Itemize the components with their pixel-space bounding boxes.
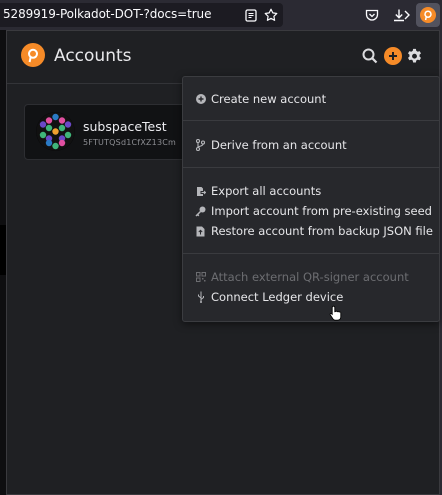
menu-item-restore-json[interactable]: Restore account from backup JSON file xyxy=(195,223,433,239)
branch-icon xyxy=(195,139,206,151)
menu-item-import-seed[interactable]: Import account from pre-existing seed xyxy=(195,203,432,219)
account-identicon xyxy=(36,112,75,151)
menu-item-create-account[interactable]: Create new account xyxy=(195,91,326,107)
menu-divider xyxy=(183,253,439,254)
url-bar[interactable]: 5289919-Polkadot-DOT-?docs=true xyxy=(0,3,283,27)
account-card[interactable]: subspaceTest 5FTUTQSd1CfXZ13Cm xyxy=(24,104,189,160)
search-icon[interactable] xyxy=(360,46,380,66)
export-file-icon xyxy=(195,185,206,197)
browser-toolbar: 5289919-Polkadot-DOT-?docs=true xyxy=(0,0,442,30)
hand-cursor-icon xyxy=(329,305,342,321)
add-icon[interactable] xyxy=(384,47,402,65)
url-text: 5289919-Polkadot-DOT-?docs=true xyxy=(3,7,212,21)
polkadot-logo-icon xyxy=(21,43,45,67)
menu-item-label: Create new account xyxy=(211,92,327,106)
page-title: Accounts xyxy=(54,46,132,66)
polkadot-extension-icon xyxy=(420,7,436,23)
overflow-icon[interactable] xyxy=(402,5,412,25)
qrcode-icon xyxy=(195,271,206,283)
menu-item-label: Export all accounts xyxy=(211,184,322,198)
menu-item-label: Connect Ledger device xyxy=(211,290,344,304)
bookmark-star-icon[interactable] xyxy=(262,7,280,23)
menu-divider xyxy=(183,120,439,121)
menu-item-derive-account[interactable]: Derive from an account xyxy=(195,137,347,153)
file-upload-icon xyxy=(195,225,206,237)
menu-item-attach-qr[interactable]: Attach external QR-signer account xyxy=(195,269,409,285)
menu-item-label: Attach external QR-signer account xyxy=(211,270,409,284)
key-icon xyxy=(195,205,206,217)
plus-circle-icon xyxy=(195,93,206,105)
account-name: subspaceTest xyxy=(83,119,167,134)
menu-item-export-accounts[interactable]: Export all accounts xyxy=(195,183,321,199)
menu-item-label: Restore account from backup JSON file xyxy=(211,224,433,238)
settings-dropdown-menu: Create new account Derive from an accoun… xyxy=(182,76,440,322)
gear-icon[interactable] xyxy=(404,46,424,66)
menu-divider xyxy=(183,167,439,168)
usb-icon xyxy=(195,291,206,303)
menu-item-label: Import account from pre-existing seed xyxy=(211,204,432,218)
menu-item-label: Derive from an account xyxy=(211,138,347,152)
polkadot-extension-button[interactable] xyxy=(416,3,440,27)
reader-mode-icon[interactable] xyxy=(242,7,260,23)
account-address[interactable]: 5FTUTQSd1CfXZ13Cm xyxy=(83,138,176,147)
pocket-icon[interactable] xyxy=(362,5,382,25)
menu-item-connect-ledger[interactable]: Connect Ledger device xyxy=(195,289,343,305)
